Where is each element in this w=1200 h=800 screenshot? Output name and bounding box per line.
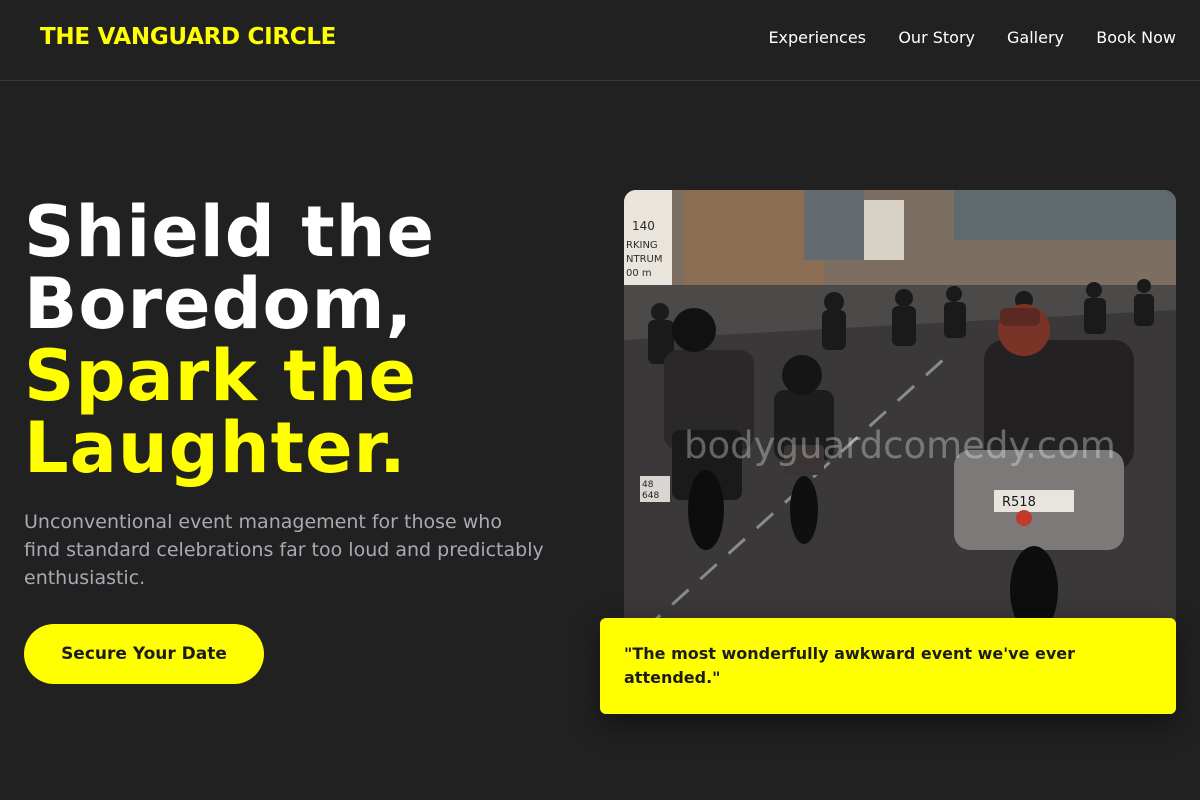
photo-watermark: bodyguardcomedy.com — [684, 424, 1116, 467]
hero-title-line-2: Boredom, — [24, 263, 414, 345]
testimonial-card: "The most wonderfully awkward event we'v… — [600, 618, 1176, 714]
hero-title-line-3: Spark the — [24, 335, 417, 417]
photo-plate-right: R518 — [1002, 495, 1036, 510]
nav-link-our-story[interactable]: Our Story — [898, 28, 975, 47]
nav-link-book-now[interactable]: Book Now — [1096, 28, 1176, 47]
top-navbar: THE VANGUARD CIRCLE Experiences Our Stor… — [0, 0, 1200, 81]
photo-building — [684, 190, 824, 285]
testimonial-quote: "The most wonderfully awkward event we'v… — [624, 644, 1076, 687]
photo-sign-2 — [864, 200, 904, 260]
photo-sign-text-2: RKING — [626, 240, 658, 251]
nav-link-gallery[interactable]: Gallery — [1007, 28, 1064, 47]
hero-title: Shield the Boredom, Spark the Laughter. — [24, 196, 584, 484]
nav-link-experiences[interactable]: Experiences — [768, 28, 866, 47]
hero-title-line-1: Shield the — [24, 191, 435, 273]
hero-title-line-4: Laughter. — [24, 407, 407, 489]
hero-subtitle: Unconventional event management for thos… — [24, 511, 544, 589]
photo-plate-left-1: 48 — [642, 480, 654, 490]
photo-sign-text-4: 00 m — [626, 268, 652, 279]
photo-plate-left-2: 648 — [642, 491, 659, 501]
photo-illustration: 140 RKING NTRUM 00 m 48 648 R518 — [624, 190, 1176, 630]
brand-logo[interactable]: THE VANGUARD CIRCLE — [40, 24, 336, 50]
photo-building-2 — [804, 190, 864, 260]
photo-trees — [954, 190, 1176, 240]
motorcycle-convoy-photo: 140 RKING NTRUM 00 m 48 648 R518 bodygua… — [624, 190, 1176, 630]
photo-sign-text-3: NTRUM — [626, 254, 662, 265]
photo-sign-text-1: 140 — [632, 219, 655, 233]
secure-your-date-button[interactable]: Secure Your Date — [24, 624, 264, 684]
